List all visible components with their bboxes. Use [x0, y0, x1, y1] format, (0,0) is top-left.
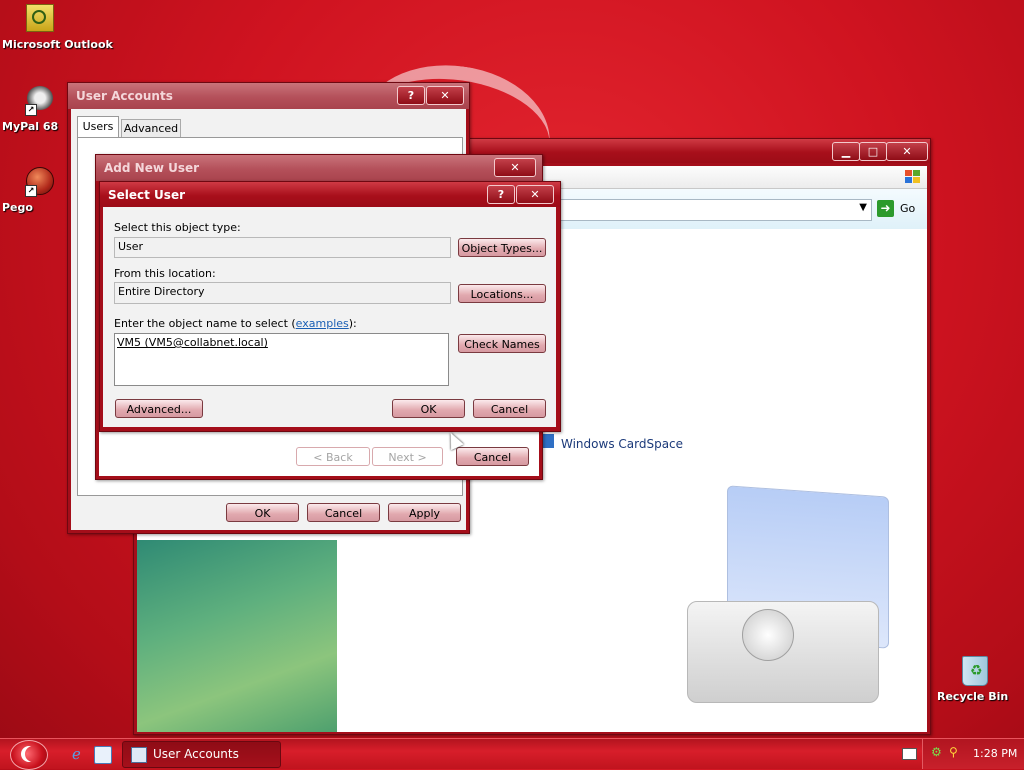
- internet-explorer-icon[interactable]: ℯ: [72, 746, 88, 762]
- network-icon[interactable]: ⚙: [931, 745, 942, 759]
- back-button[interactable]: < Back: [296, 447, 370, 466]
- address-input[interactable]: ▼: [557, 199, 872, 221]
- window-title: Select User: [108, 188, 186, 202]
- ok-button[interactable]: OK: [392, 399, 465, 418]
- desktop-icon-outlook[interactable]: Microsoft Outlook: [2, 4, 113, 51]
- cancel-button[interactable]: Cancel: [473, 399, 546, 418]
- maximize-icon[interactable]: □: [859, 142, 887, 161]
- select-user-client: Select this object type: User Object Typ…: [103, 207, 556, 427]
- outlook-icon: [25, 4, 55, 34]
- add-new-user-titlebar[interactable]: Add New User ✕: [96, 155, 542, 181]
- close-icon[interactable]: ✕: [516, 185, 554, 204]
- cardspace-small-icon[interactable]: [542, 434, 554, 448]
- locations-button[interactable]: Locations...: [458, 284, 546, 303]
- check-names-button[interactable]: Check Names: [458, 334, 546, 353]
- system-tray: ⚙ ⚲ 1:28 PM: [922, 739, 1024, 769]
- cardspace-illustration: [687, 485, 892, 711]
- sidebar-wallpaper: [137, 540, 337, 732]
- object-name-label-suffix: ):: [348, 317, 357, 330]
- object-types-button[interactable]: Object Types...: [458, 238, 546, 257]
- location-field: Entire Directory: [114, 282, 451, 304]
- advanced-button[interactable]: Advanced...: [115, 399, 203, 418]
- location-label: From this location:: [114, 267, 216, 280]
- user-accounts-icon: [131, 746, 147, 763]
- select-user-titlebar[interactable]: Select User ? ✕: [100, 182, 560, 207]
- tab-advanced[interactable]: Advanced: [121, 119, 181, 138]
- object-name-input[interactable]: VM5 (VM5@collabnet.local): [114, 333, 449, 386]
- ok-button[interactable]: OK: [226, 503, 299, 522]
- apply-button[interactable]: Apply: [388, 503, 461, 522]
- quicklaunch-icon[interactable]: [94, 746, 112, 764]
- help-icon[interactable]: ?: [487, 185, 515, 204]
- cancel-button[interactable]: Cancel: [456, 447, 529, 466]
- window-title: User Accounts: [76, 89, 173, 103]
- cardspace-link[interactable]: Windows CardSpace: [561, 437, 683, 451]
- close-icon[interactable]: ✕: [426, 86, 464, 105]
- crescent-star-icon: [21, 746, 37, 762]
- examples-link[interactable]: examples: [296, 317, 349, 330]
- object-type-field: User: [114, 237, 451, 258]
- taskbar-item-user-accounts[interactable]: User Accounts: [122, 741, 281, 768]
- user-accounts-titlebar[interactable]: User Accounts ? ✕: [68, 83, 469, 109]
- select-user-dialog: Select User ? ✕ Select this object type:…: [99, 181, 561, 432]
- close-icon[interactable]: ✕: [494, 158, 536, 177]
- close-icon[interactable]: ✕: [886, 142, 928, 161]
- desktop-icon-recycle-bin[interactable]: ♻ Recycle Bin: [937, 656, 1013, 703]
- object-type-label: Select this object type:: [114, 221, 241, 234]
- go-arrow-icon[interactable]: ➜: [877, 200, 894, 217]
- pego-icon: ↗: [25, 167, 55, 197]
- cancel-button[interactable]: Cancel: [307, 503, 380, 522]
- desktop-icon-label: Microsoft Outlook: [2, 38, 113, 51]
- minimize-icon[interactable]: ▁: [832, 142, 860, 161]
- keyboard-icon[interactable]: [902, 748, 917, 760]
- object-name-value: VM5 (VM5@collabnet.local): [117, 336, 268, 349]
- taskbar-item-label: User Accounts: [153, 747, 239, 761]
- desktop-icon-label: Recycle Bin: [937, 690, 1009, 703]
- windows-logo-icon: [903, 168, 923, 186]
- go-label[interactable]: Go: [900, 202, 915, 215]
- window-title: Add New User: [104, 161, 200, 175]
- object-name-label-prefix: Enter the object name to select (: [114, 317, 296, 330]
- tab-users[interactable]: Users: [77, 116, 119, 138]
- start-button[interactable]: [10, 740, 48, 770]
- help-icon[interactable]: ?: [397, 86, 425, 105]
- desktop-icon-label: MyPal 68: [2, 120, 59, 133]
- chevron-down-icon[interactable]: ▼: [859, 202, 867, 213]
- clock[interactable]: 1:28 PM: [973, 747, 1017, 760]
- recycle-bin-icon: ♻: [960, 656, 990, 686]
- search-icon[interactable]: ⚲: [949, 745, 958, 759]
- taskbar: ℯ User Accounts ⚙ ⚲ 1:28 PM: [0, 738, 1024, 770]
- desktop-icon-label: Pego: [2, 201, 33, 214]
- mypal-icon: ↗: [25, 86, 55, 116]
- object-name-label: Enter the object name to select (example…: [114, 317, 357, 330]
- next-button[interactable]: Next >: [372, 447, 443, 466]
